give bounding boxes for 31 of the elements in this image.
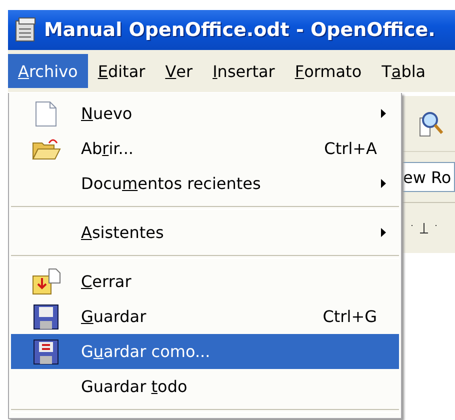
menu-item-label: Guardar todo: [81, 377, 188, 396]
menu-item-label: Nuevo: [81, 104, 134, 123]
menu-item[interactable]: Guardar Ctrl+G: [11, 299, 399, 334]
menu-title[interactable]: Ver: [155, 54, 203, 88]
menu-title[interactable]: Archivo: [8, 54, 88, 88]
magnifier-icon[interactable]: [418, 110, 444, 138]
menu-item[interactable]: Nuevo: [11, 96, 399, 131]
blank-page-icon: [35, 100, 57, 126]
menu-title[interactable]: Insertar: [202, 54, 285, 88]
close-document-icon: [31, 268, 61, 296]
menu-item[interactable]: Asistentes: [11, 215, 399, 250]
menu-item[interactable]: Documentos recientes: [11, 166, 399, 201]
menu-title[interactable]: Formato: [284, 54, 372, 88]
font-name-field[interactable]: ew Ro: [402, 162, 455, 192]
menu-item[interactable]: Cerrar: [11, 264, 399, 299]
shortcut-text: Ctrl+A: [324, 139, 377, 158]
menu-item-label: Guardar como...: [81, 342, 212, 361]
menu-item-label: Guardar: [81, 307, 148, 326]
menu-item-label: Documentos recientes: [81, 174, 262, 193]
app-icon: [14, 17, 38, 43]
menu-item[interactable]: Abrir... Ctrl+A: [11, 131, 399, 166]
menu-item[interactable]: Guardar todo: [11, 369, 399, 404]
window-title: Manual OpenOffice.odt - OpenOffice.: [44, 19, 436, 41]
open-folder-icon: [31, 136, 61, 160]
menu-item[interactable]: Guardar como...: [11, 334, 399, 369]
menu-item-label: Cerrar: [81, 272, 132, 291]
menu-title[interactable]: Editar: [88, 54, 156, 88]
menu-item-label: Abrir...: [81, 139, 134, 158]
menu-title[interactable]: Tabla: [372, 54, 436, 88]
shortcut-text: Ctrl+G: [322, 307, 377, 326]
menu-item-label: Asistentes: [81, 223, 165, 242]
